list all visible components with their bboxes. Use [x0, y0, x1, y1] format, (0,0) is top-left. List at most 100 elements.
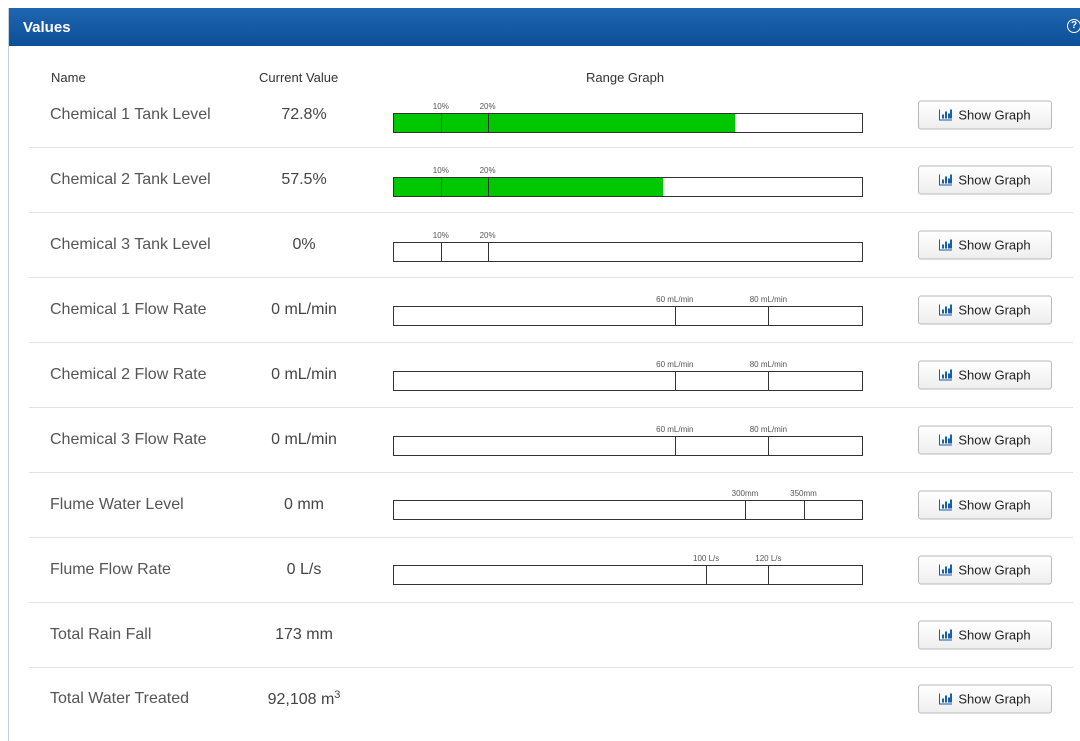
- row-current-value-text: 0 mL/min: [271, 366, 337, 383]
- range-graph: 60 mL/min 80 mL/min: [393, 425, 863, 456]
- panel-header: Values ?: [9, 8, 1080, 46]
- row-name: Flume Flow Rate: [50, 561, 171, 578]
- range-threshold-marker: [674, 437, 676, 455]
- row-current-value-text: 173 mm: [275, 626, 333, 643]
- show-graph-button-label: Show Graph: [958, 432, 1031, 448]
- value-row: Flume Water Level 0 mm 300mm 350mm Show Grap…: [29, 473, 1073, 538]
- show-graph-button[interactable]: Show Graph: [918, 100, 1052, 130]
- range-threshold-marker: [745, 501, 746, 519]
- row-name: Total Water Treated: [50, 690, 190, 707]
- show-graph-button[interactable]: Show Graph: [918, 555, 1052, 585]
- show-graph-button[interactable]: Show Graph: [918, 165, 1052, 195]
- help-icon[interactable]: ?: [1067, 19, 1080, 33]
- row-name: Flume Water Level: [50, 496, 184, 513]
- range-threshold-marker: [487, 178, 489, 196]
- show-graph-button-label: Show Graph: [958, 497, 1031, 513]
- value-row: Flume Flow Rate 0 L/s 100 L/s 120 L/s Show G…: [29, 538, 1073, 603]
- row-current-value-text: 0 L/s: [286, 561, 322, 578]
- range-graph-fill: [394, 178, 664, 196]
- range-threshold-marker: [803, 501, 805, 519]
- value-row: Chemical 3 Tank Level 0% 10% 20% Show Graph: [29, 213, 1073, 278]
- show-graph-button[interactable]: Show Graph: [918, 230, 1052, 260]
- row-current-value-unit-exponent: 3: [334, 688, 341, 701]
- row-current-value: 0 L/s: [287, 561, 322, 579]
- bar-chart-icon: [939, 629, 953, 641]
- range-threshold-marker: [768, 307, 770, 325]
- show-graph-button[interactable]: Show Graph: [918, 425, 1052, 455]
- bar-chart-icon: [939, 109, 953, 121]
- values-panel: Values ? Name Current Value Range Graph …: [8, 8, 1080, 741]
- row-name: Chemical 2 Flow Rate: [50, 366, 207, 383]
- range-graph: 10% 20%: [393, 231, 863, 262]
- range-threshold-marker: [487, 114, 489, 132]
- value-row: Total Water Treated 92,108 m3 Show Graph: [29, 667, 1073, 731]
- range-threshold-label: 60 mL/min: [656, 295, 694, 304]
- range-threshold-label: 10%: [432, 166, 449, 175]
- show-graph-button[interactable]: Show Graph: [918, 620, 1052, 650]
- row-current-value: 57.5%: [281, 171, 326, 189]
- range-threshold-marker: [440, 243, 442, 261]
- range-graph: 60 mL/min 80 mL/min: [393, 295, 863, 326]
- show-graph-button[interactable]: Show Graph: [918, 295, 1052, 325]
- range-threshold-label: 20%: [479, 231, 496, 240]
- range-threshold-marker: [706, 566, 708, 584]
- range-threshold-marker: [768, 437, 770, 455]
- bar-chart-icon: [939, 369, 953, 381]
- row-current-value-text: 57.5%: [281, 171, 327, 188]
- row-current-value: 0 mL/min: [271, 431, 337, 449]
- range-threshold-marker: [768, 372, 770, 390]
- bar-chart-icon: [939, 693, 953, 705]
- row-name: Chemical 1 Flow Rate: [50, 301, 207, 318]
- row-current-value-text: 0%: [292, 236, 316, 253]
- row-current-value-text: 0 mL/min: [271, 431, 337, 448]
- range-threshold-label: 20%: [479, 102, 496, 111]
- row-current-value: 72.8%: [281, 106, 326, 124]
- row-current-value-text: 0 mL/min: [271, 301, 337, 318]
- show-graph-button-label: Show Graph: [958, 172, 1031, 188]
- range-threshold-marker: [674, 307, 676, 325]
- row-current-value: 0%: [292, 236, 315, 254]
- range-threshold-label: 20%: [479, 166, 496, 175]
- bar-chart-icon: [939, 434, 953, 446]
- value-row: Chemical 2 Flow Rate 0 mL/min 60 mL/min 80 …: [29, 343, 1073, 408]
- show-graph-button-label: Show Graph: [958, 302, 1031, 318]
- range-threshold-label: 60 mL/min: [656, 425, 694, 434]
- panel-title: Values: [23, 18, 71, 36]
- range-threshold-label: 80 mL/min: [749, 425, 788, 434]
- row-current-value: 0 mL/min: [271, 301, 337, 319]
- range-threshold-label: 300mm: [731, 489, 759, 498]
- range-threshold-label: 10%: [432, 102, 449, 111]
- value-row: Chemical 1 Flow Rate 0 mL/min 60 mL/min 80 …: [29, 278, 1073, 343]
- show-graph-button[interactable]: Show Graph: [918, 684, 1052, 714]
- range-graph: 10% 20%: [393, 102, 863, 133]
- bar-chart-icon: [939, 239, 953, 251]
- range-threshold-label: 80 mL/min: [749, 295, 788, 304]
- row-name: Total Rain Fall: [50, 626, 152, 643]
- range-threshold-label: 80 mL/min: [749, 360, 788, 369]
- row-current-value: 0 mm: [284, 496, 324, 514]
- row-name: Chemical 2 Tank Level: [50, 171, 211, 188]
- row-name: Chemical 3 Flow Rate: [50, 431, 207, 448]
- value-row: Chemical 1 Tank Level 72.8% 10% 20% Show Gra…: [29, 83, 1073, 148]
- range-graph: 10% 20%: [393, 166, 863, 197]
- range-threshold-label: 100 L/s: [693, 554, 720, 563]
- show-graph-button-label: Show Graph: [958, 367, 1031, 383]
- bar-chart-icon: [939, 499, 953, 511]
- show-graph-button-label: Show Graph: [958, 107, 1031, 123]
- row-name: Chemical 3 Tank Level: [50, 236, 211, 253]
- show-graph-button-label: Show Graph: [958, 562, 1031, 578]
- show-graph-button-label: Show Graph: [958, 691, 1031, 707]
- range-threshold-marker: [440, 114, 442, 132]
- row-current-value-text: 72.8%: [281, 106, 327, 123]
- row-current-value: 173 mm: [275, 626, 333, 644]
- range-threshold-label: 350mm: [790, 489, 817, 498]
- range-threshold-label: 10%: [432, 231, 449, 240]
- row-name: Chemical 1 Tank Level: [50, 106, 211, 123]
- show-graph-button[interactable]: Show Graph: [918, 360, 1052, 390]
- bar-chart-icon: [939, 304, 953, 316]
- row-current-value: 0 mL/min: [271, 366, 337, 384]
- show-graph-button-label: Show Graph: [958, 627, 1031, 643]
- show-graph-button[interactable]: Show Graph: [918, 490, 1052, 520]
- value-row: Chemical 3 Flow Rate 0 mL/min 60 mL/min 80 …: [29, 408, 1073, 473]
- row-current-value-text: 92,108 m: [267, 691, 335, 709]
